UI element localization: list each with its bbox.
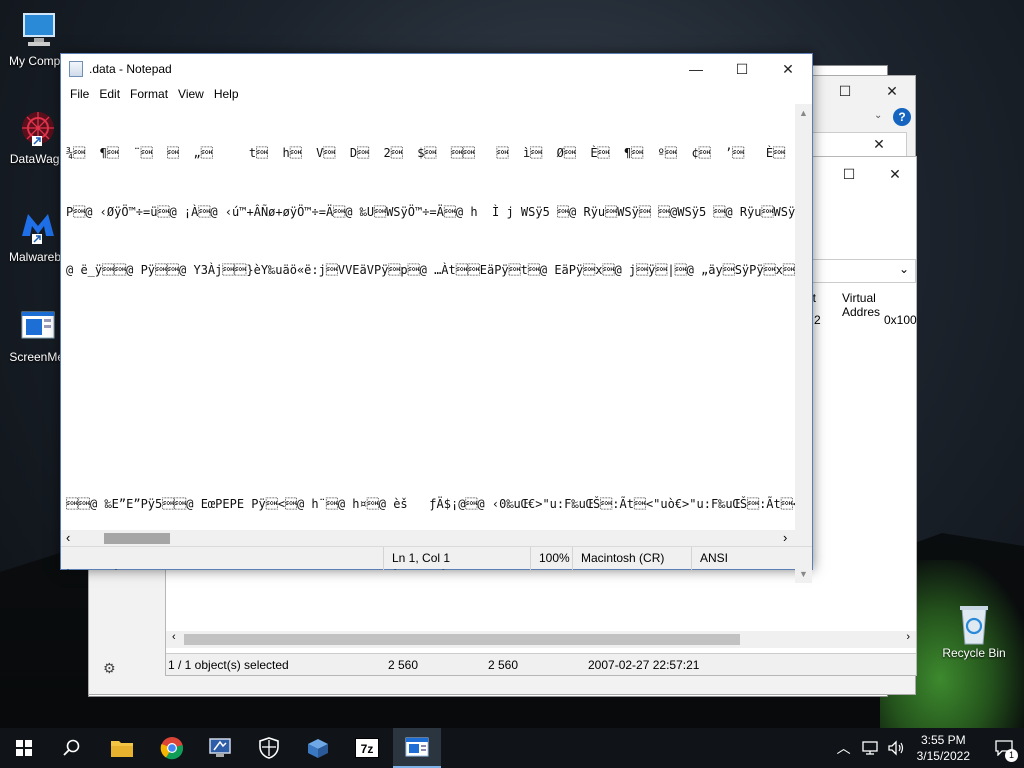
windows-logo-icon	[16, 740, 32, 756]
clock-date: 3/15/2022	[916, 749, 970, 763]
minimize-button[interactable]: —	[673, 54, 719, 84]
taskbar-7zip[interactable]: 7z	[343, 728, 391, 768]
status-modified: 2007-02-27 22:57:21	[588, 658, 700, 672]
desktop-icon-recycle-bin[interactable]: Recycle Bin	[936, 602, 1012, 660]
7zip-icon: 7z	[355, 738, 379, 758]
status-line-ending: Macintosh (CR)	[572, 547, 691, 570]
scroll-down-icon[interactable]: ▼	[799, 569, 808, 579]
chrome-icon	[160, 737, 184, 760]
scroll-right-icon[interactable]: ›	[906, 631, 910, 643]
status-packed-size: 2 560	[488, 658, 519, 672]
status-bar: Ln 1, Col 1 100% Macintosh (CR) ANSI	[61, 546, 812, 570]
status-selection: 1 / 1 object(s) selected	[168, 658, 289, 672]
notepad-window[interactable]: .data - Notepad — ☐ ✕ File Edit Format V…	[60, 53, 813, 583]
taskbar-network-app[interactable]	[294, 728, 342, 768]
text-line: @ ë_ÿ@ Pÿ@ Y3Àj}èY‰uäö«ë:jVVEäVPÿ…	[66, 263, 796, 277]
volume-icon[interactable]	[887, 740, 905, 756]
menu-file[interactable]: File	[65, 87, 94, 101]
scroll-right-icon[interactable]: ›	[783, 530, 787, 545]
vertical-scrollbar[interactable]: ▲ ▼	[795, 104, 812, 583]
maximize-icon[interactable]: ☐	[826, 159, 872, 189]
chevron-down-icon[interactable]: ⌄	[899, 262, 909, 276]
status-encoding: ANSI	[691, 547, 811, 570]
clock[interactable]: 3:55 PM 3/15/2022	[917, 732, 970, 764]
cell-virtual-address: 0x100	[884, 313, 917, 327]
malwarebytes-icon	[18, 206, 58, 246]
screenmelt-app-icon	[18, 306, 58, 346]
menu-bar: File Edit Format View Help	[61, 84, 812, 104]
window-title: .data - Notepad	[89, 62, 172, 76]
close-icon[interactable]: ✕	[869, 76, 915, 106]
network-app-icon	[308, 739, 328, 758]
monitor-app-icon	[209, 738, 231, 757]
menu-format[interactable]: Format	[125, 87, 173, 101]
notepad-app-icon	[69, 61, 83, 77]
windows-security-icon	[259, 737, 279, 759]
text-line: ​	[66, 378, 796, 398]
search-icon	[63, 739, 80, 756]
status-position: Ln 1, Col 1	[383, 547, 530, 570]
close-button[interactable]: ✕	[765, 54, 811, 84]
file-manager-statusbar: 1 / 1 object(s) selected 2 560 2 560 200…	[166, 653, 916, 675]
close-icon[interactable]: ✕	[856, 129, 902, 159]
network-icon[interactable]	[861, 740, 879, 756]
taskbar-monitor-app[interactable]	[196, 728, 244, 768]
horizontal-scrollbar[interactable]: ‹ ›	[166, 631, 916, 648]
maximize-icon[interactable]: ☐	[822, 76, 868, 106]
close-icon[interactable]: ✕	[872, 159, 918, 189]
start-button[interactable]	[0, 728, 48, 768]
notepad-titlebar[interactable]: .data - Notepad — ☐ ✕	[61, 54, 812, 84]
menu-view[interactable]: View	[173, 87, 209, 101]
text-editor-area[interactable]: ¾ ¶ ¨  „ t h V D 2 $   ì …	[61, 104, 796, 582]
action-center-button[interactable]: 1	[984, 728, 1024, 768]
status-size: 2 560	[388, 658, 419, 672]
text-line: ​	[66, 320, 796, 340]
taskbar-file-explorer[interactable]	[98, 728, 146, 768]
cell-offset: 2	[814, 313, 821, 327]
status-zoom: 100%	[530, 547, 572, 570]
text-line: ​	[66, 437, 796, 457]
settings-gear-icon[interactable]: ⚙	[103, 660, 116, 677]
horizontal-scrollbar[interactable]: ‹ ›	[61, 530, 797, 547]
chevron-down-icon[interactable]: ⌄	[874, 110, 882, 121]
file-explorer-icon	[111, 741, 133, 757]
menu-help[interactable]: Help	[209, 87, 244, 101]
scroll-left-icon[interactable]: ‹	[66, 530, 70, 545]
help-icon[interactable]: ?	[893, 108, 911, 126]
scroll-up-icon[interactable]: ▲	[799, 108, 808, 118]
taskbar-chrome[interactable]	[148, 728, 196, 768]
scroll-left-icon[interactable]: ‹	[172, 631, 176, 643]
text-line: P@ ‹ØÿÖ™÷=ü@ ¡À@ ‹ú™+ÂÑø+øÿÖ™÷=Ä@ ‰U…	[66, 204, 796, 219]
system-tray: ︿ 3:55 PM 3/15/2022 1	[837, 728, 1024, 768]
taskbar-windows-security[interactable]	[245, 728, 293, 768]
chevron-up-icon[interactable]: ︿	[837, 738, 851, 758]
search-button[interactable]	[48, 728, 96, 768]
datawago-app-icon	[18, 108, 58, 148]
recycle-bin-icon	[954, 602, 994, 645]
text-line: @ ‰E”E”Pÿ5@ EœPEPE Pÿ<@ h¨@ h¤@ …	[66, 497, 796, 511]
notification-badge: 1	[1005, 749, 1018, 762]
maximize-button[interactable]: ☐	[719, 54, 765, 84]
clock-time: 3:55 PM	[920, 733, 966, 747]
notepad-taskbar-icon	[405, 737, 429, 757]
taskbar: 7z ︿ 3:55 PM 3/15/2022 1	[0, 728, 1024, 768]
taskbar-notepad[interactable]	[393, 728, 441, 768]
menu-edit[interactable]: Edit	[94, 87, 125, 101]
computer-icon	[18, 10, 58, 50]
text-line: ¾ ¶ ¨  „ t h V D 2 $   ì …	[66, 146, 786, 160]
scroll-thumb[interactable]	[184, 634, 740, 645]
scroll-thumb[interactable]	[104, 533, 170, 544]
